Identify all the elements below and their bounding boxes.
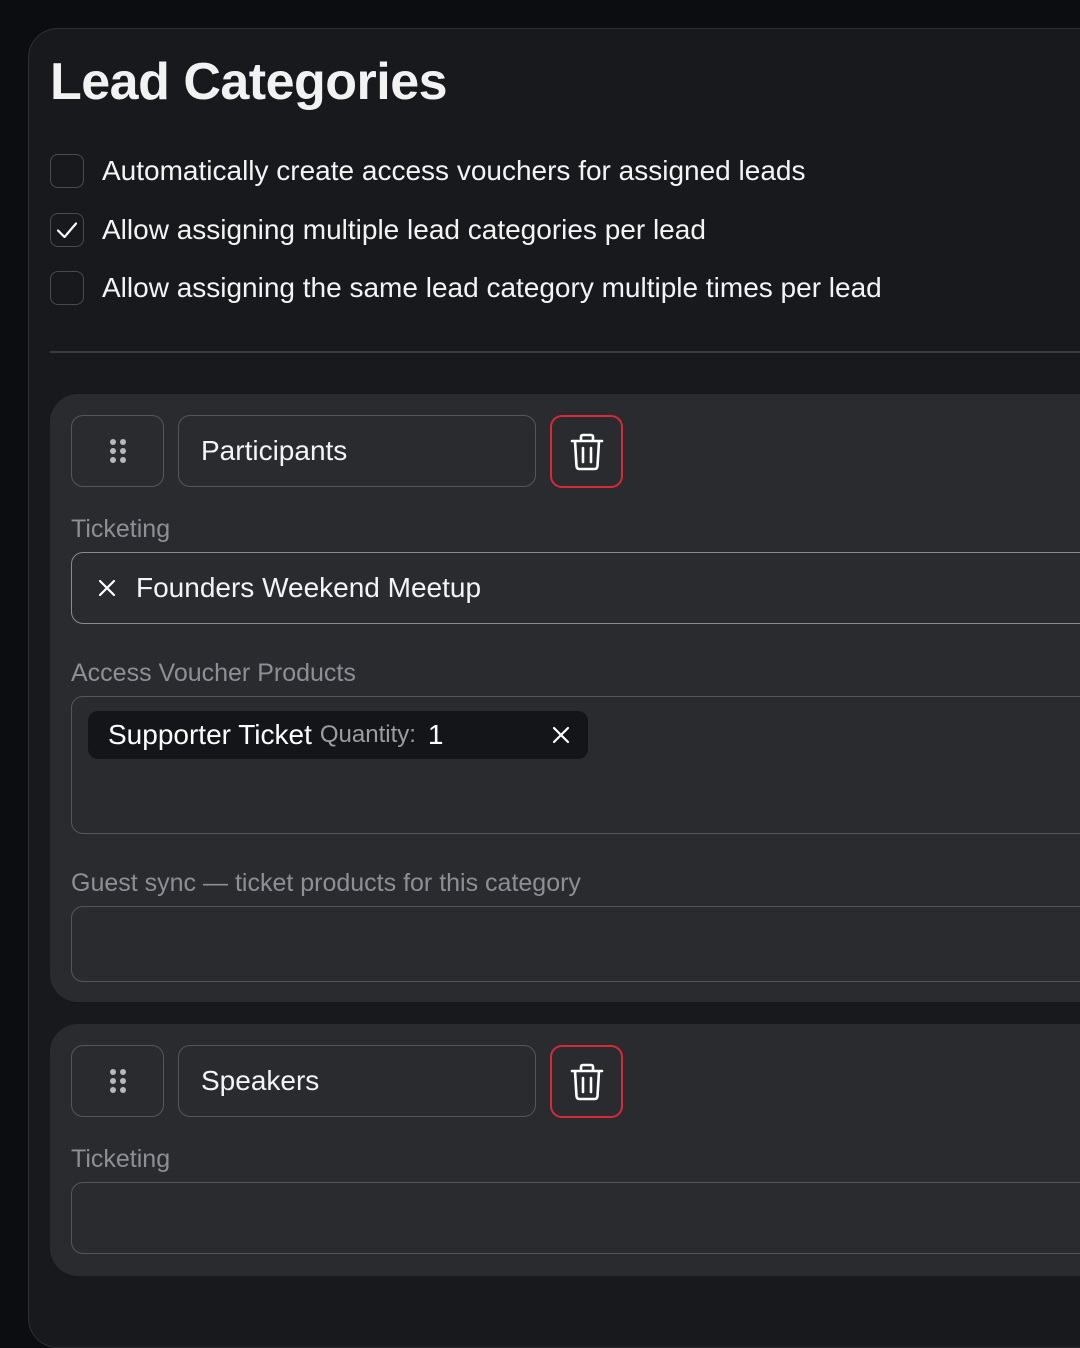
checkmark-icon [56,222,78,239]
ticketing-label: Ticketing [71,1145,171,1173]
option-multiple-categories[interactable]: Allow assigning multiple lead categories… [50,212,706,248]
category-name-input[interactable]: Speakers [178,1045,536,1117]
voucher-product-name: Supporter Ticket [108,719,312,750]
option-label: Allow assigning multiple lead categories… [102,214,706,245]
option-label: Allow assigning the same lead category m… [102,272,882,303]
access-voucher-label: Access Voucher Products [71,659,356,687]
trash-icon [570,1063,603,1100]
section-divider [50,351,1080,353]
category-name-input[interactable]: Participants [178,415,536,487]
delete-category-button[interactable] [550,415,623,488]
close-icon[interactable] [96,577,118,599]
ticketing-select[interactable]: Founders Weekend Meetup [71,552,1080,624]
drag-handle-icon [109,1069,126,1093]
option-auto-vouchers[interactable]: Automatically create access vouchers for… [50,153,805,189]
ticketing-label: Ticketing [71,515,171,543]
access-voucher-products-field[interactable]: Supporter Ticket Quantity: 1 [71,696,1080,834]
auto-vouchers-checkbox[interactable] [50,154,84,188]
trash-icon [570,433,603,470]
drag-handle[interactable] [71,1045,164,1117]
same-category-multiple-checkbox[interactable] [50,271,84,305]
quantity-input[interactable]: 1 [428,719,444,751]
close-icon[interactable] [550,724,572,746]
option-same-category-multiple[interactable]: Allow assigning the same lead category m… [50,270,882,306]
option-label: Automatically create access vouchers for… [102,155,806,186]
drag-handle[interactable] [71,415,164,487]
quantity-label: Quantity: [319,721,416,748]
guest-sync-label: Guest sync — ticket products for this ca… [71,869,581,897]
voucher-product-chip[interactable]: Supporter Ticket Quantity: 1 [88,711,588,759]
ticketing-value: Founders Weekend Meetup [136,572,482,603]
page-title: Lead Categories [50,53,448,111]
ticketing-select[interactable] [71,1182,1080,1254]
multiple-categories-checkbox[interactable] [50,213,84,247]
category-card-participants: Participants Ticketing Founders Weekend … [50,394,1080,1002]
delete-category-button[interactable] [550,1045,623,1118]
drag-handle-icon [109,439,126,463]
guest-sync-select[interactable] [71,906,1080,982]
category-card-speakers: Speakers Ticketing [50,1024,1080,1276]
